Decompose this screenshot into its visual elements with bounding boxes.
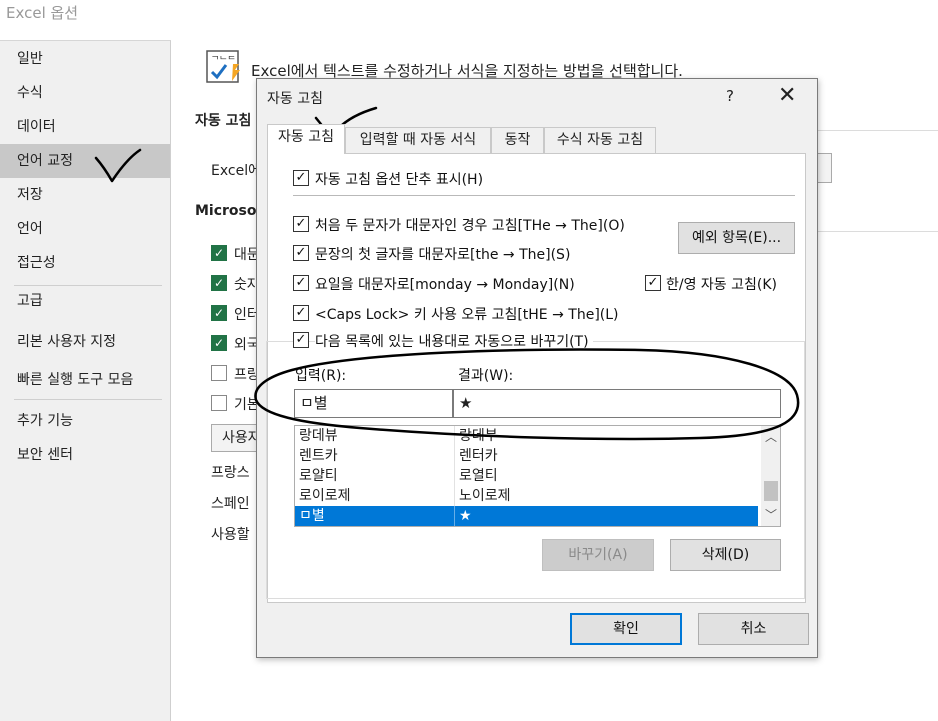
checkmark-annotation (94, 148, 142, 183)
circle-annotation (254, 348, 800, 441)
tab-autocorrect[interactable]: 자동 고침 (267, 124, 345, 154)
ink-annotations (94, 106, 800, 441)
